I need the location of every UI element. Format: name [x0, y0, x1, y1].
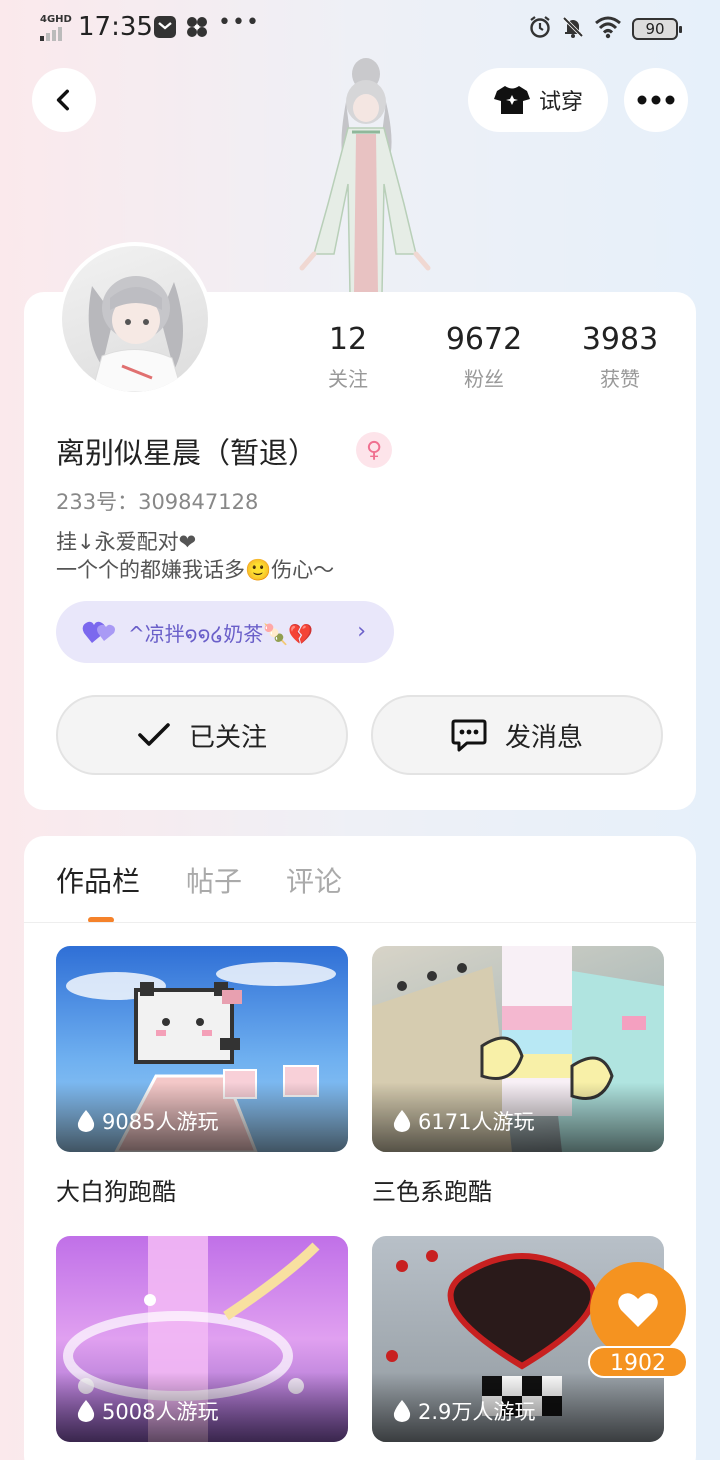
like-count: 1902: [588, 1346, 688, 1378]
following-stat[interactable]: 12 关注: [288, 322, 408, 392]
likes-received-count: 3983: [581, 322, 659, 357]
chevron-left-icon: [56, 89, 69, 111]
chevron-right-icon: ›: [357, 619, 366, 644]
cp-tag-label: ^凉拌໑໑໒奶茶🍡💔: [128, 621, 313, 646]
mute-bell-icon: [562, 16, 584, 38]
message-button[interactable]: 发消息: [371, 695, 663, 775]
bio: 挂↓永爱配对❤ 一个个的都嫌我话多🙂伤心～: [56, 528, 334, 584]
notification-app-icon: [154, 16, 176, 38]
avatar-3d-figure: [299, 58, 431, 294]
cp-relationship-tag[interactable]: ^凉拌໑໑໒奶茶🍡💔 ›: [56, 601, 394, 663]
play-count-label: 5008人游玩: [102, 1400, 219, 1424]
play-count-label: 6171人游玩: [418, 1110, 535, 1134]
network-type: 4GHD: [40, 14, 72, 25]
tshirt-icon: [493, 86, 530, 114]
likes-received-label: 获赞: [600, 367, 640, 391]
flame-icon: [393, 1400, 411, 1422]
following-label: 关注: [328, 367, 368, 391]
check-icon: [138, 723, 170, 746]
game-card-thumbnail[interactable]: 9085人游玩: [56, 946, 348, 1152]
nickname: 离别似星晨（暂退）: [56, 436, 318, 470]
followers-label: 粉丝: [464, 367, 504, 391]
following-button-label: 已关注: [188, 722, 267, 753]
battery-indicator: 90: [632, 18, 682, 40]
game-card-thumbnail[interactable]: 6171人游玩: [372, 946, 664, 1152]
more-notifications-icon: •••: [218, 10, 260, 35]
game-title[interactable]: 大白狗跑酷: [56, 1172, 176, 1207]
message-button-label: 发消息: [504, 722, 583, 753]
avatar-image: [88, 276, 183, 392]
like-button[interactable]: [590, 1262, 686, 1358]
likes-stat[interactable]: 3983 获赞: [560, 322, 680, 392]
more-dots-icon: [637, 95, 675, 105]
double-heart-icon: [82, 621, 115, 643]
flame-icon: [77, 1400, 95, 1422]
more-options-button[interactable]: [624, 68, 688, 132]
bio-line: 一个个的都嫌我话多🙂伤心～: [56, 558, 335, 582]
tab-divider: [24, 922, 696, 923]
following-button[interactable]: 已关注: [56, 695, 348, 775]
followers-count: 9672: [445, 322, 523, 357]
play-count-label: 9085人游玩: [102, 1110, 219, 1134]
tab-comments[interactable]: 评论: [286, 860, 342, 900]
chat-bubble-icon: [451, 719, 487, 752]
alarm-icon: [530, 16, 550, 38]
bio-line: 挂↓永爱配对❤: [56, 530, 197, 554]
user-id[interactable]: 233号：309847128: [56, 486, 258, 516]
game-title[interactable]: 三色系跑酷: [372, 1172, 492, 1207]
following-count: 12: [328, 322, 368, 357]
try-on-button[interactable]: 试穿: [468, 68, 608, 132]
tab-works[interactable]: 作品栏: [56, 860, 140, 900]
flame-icon: [77, 1110, 95, 1132]
network-signal-icon: 4GHD: [40, 14, 72, 41]
wifi-icon: [595, 16, 621, 39]
tab-posts[interactable]: 帖子: [186, 860, 242, 900]
play-count-label: 2.9万人游玩: [418, 1400, 536, 1424]
flame-icon: [393, 1110, 411, 1132]
avatar[interactable]: [58, 242, 212, 396]
back-button[interactable]: [32, 68, 96, 132]
female-gender-icon: ♀: [356, 432, 392, 468]
status-time: 17:35: [78, 12, 153, 42]
heart-icon: [618, 1293, 658, 1327]
status-bar: 4GHD 17:35 ••• 90: [0, 0, 720, 56]
fan-app-icon: [187, 17, 207, 37]
followers-stat[interactable]: 9672 粉丝: [424, 322, 544, 392]
game-card-thumbnail[interactable]: 5008人游玩: [56, 1236, 348, 1442]
try-on-label: 试穿: [538, 90, 583, 115]
